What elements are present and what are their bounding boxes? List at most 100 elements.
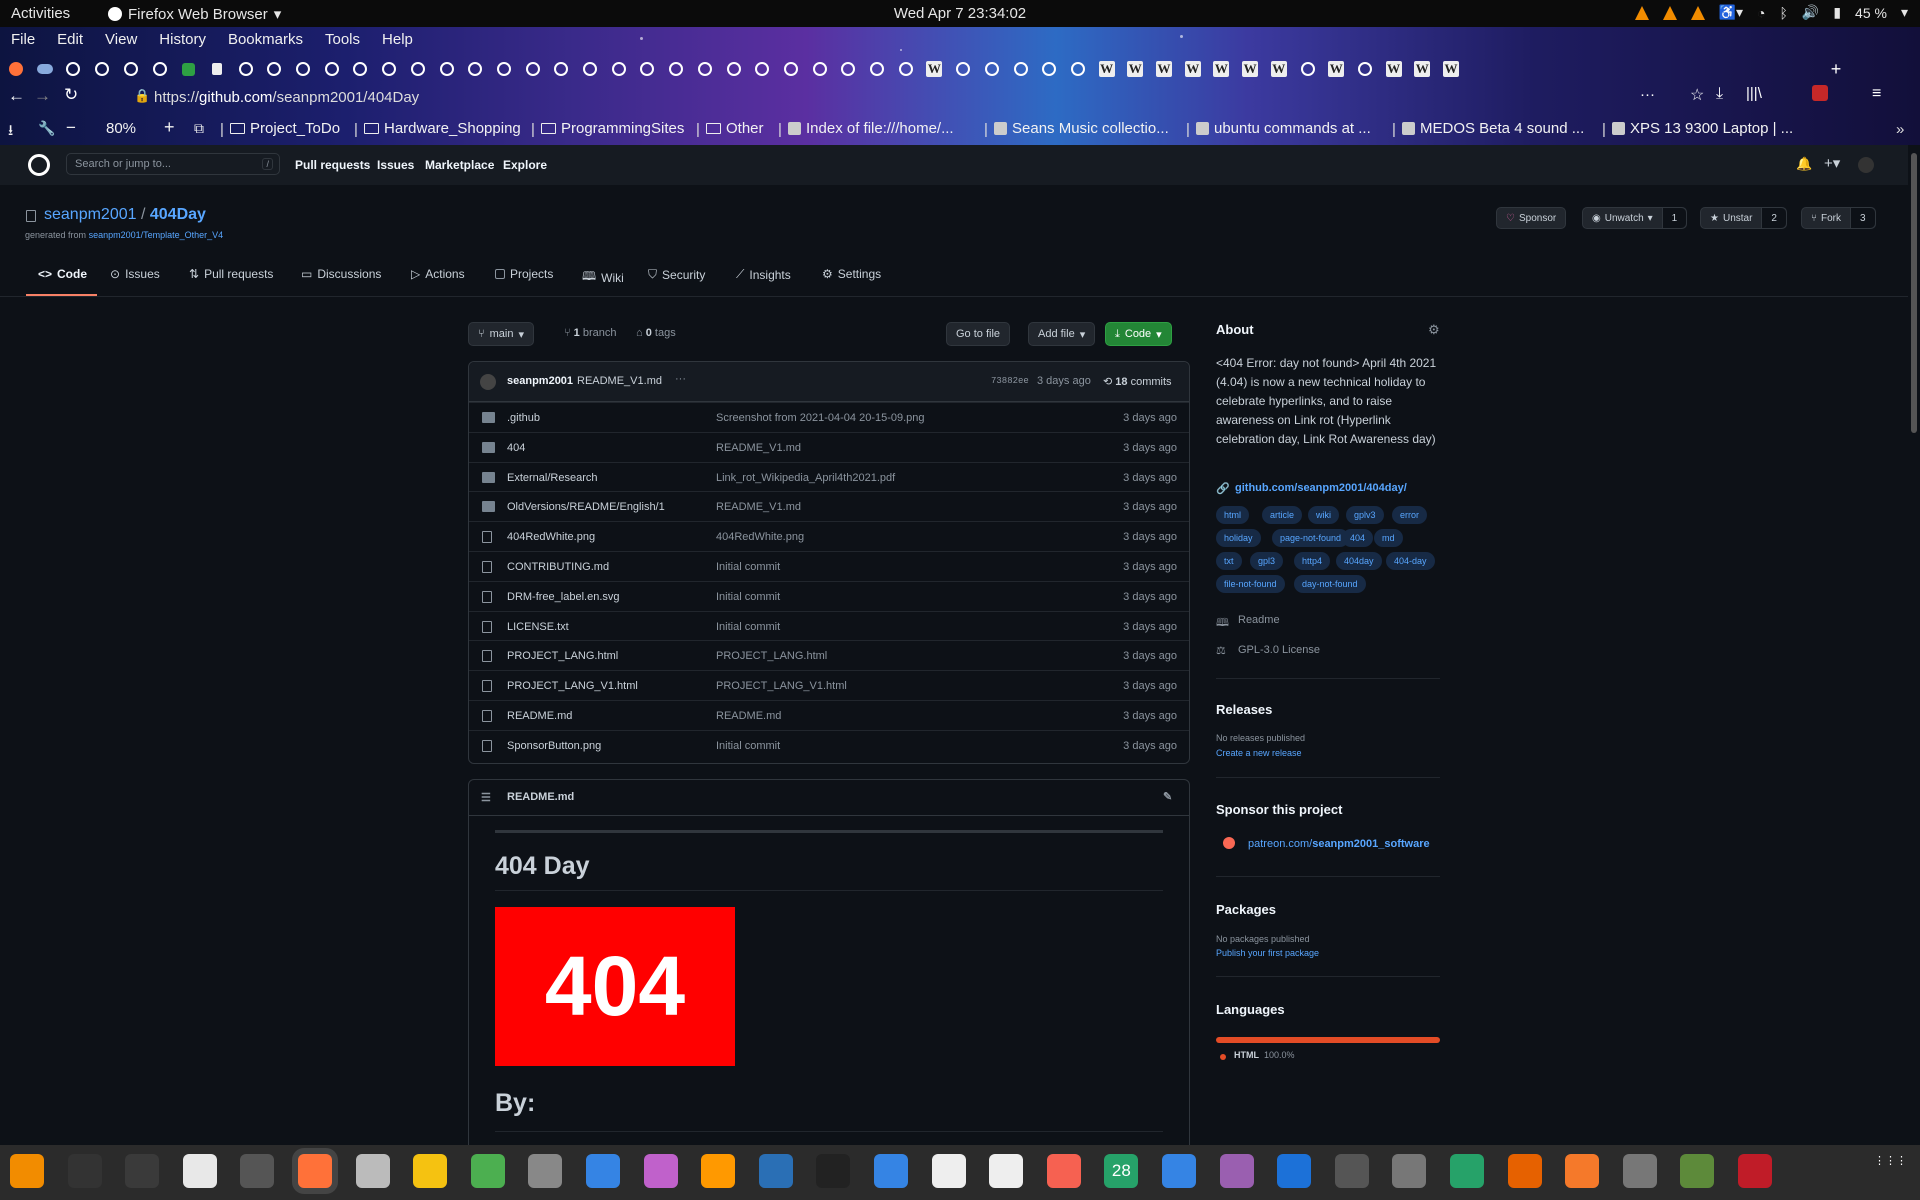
file-name[interactable]: External/Research [507,472,598,484]
toggle-icon[interactable] [1219,1154,1254,1188]
app-menu[interactable]: Firefox Web Browser ▾ [108,5,281,23]
help-icon[interactable] [1162,1154,1196,1188]
battery-icon[interactable]: ▮ [1833,4,1841,21]
tab-github[interactable] [1355,59,1375,79]
topic-tag[interactable]: txt [1216,552,1242,570]
zoom-in-icon[interactable]: + [164,117,175,138]
bell-icon[interactable]: 🔔 [1796,156,1812,172]
avatar[interactable] [1858,157,1874,173]
typora-icon[interactable] [931,1154,966,1188]
menu-view[interactable]: View [94,27,148,53]
spreadsheet-icon[interactable] [1450,1154,1484,1188]
avatar[interactable] [480,374,496,390]
file-commit-message[interactable]: PROJECT_LANG_V1.html [716,680,847,692]
file-row[interactable]: LICENSE.txt Initial commit 3 days ago [469,610,1189,641]
file-commit-message[interactable]: Initial commit [716,621,780,633]
file-row[interactable]: 404RedWhite.png 404RedWhite.png 3 days ago [469,521,1189,551]
file-name[interactable]: PROJECT_LANG_V1.html [507,680,638,692]
bookmark-item[interactable]: Hardware_Shopping [364,120,521,137]
file-commit-message[interactable]: PROJECT_LANG.html [716,650,827,662]
tab-github[interactable] [465,59,485,79]
bookmark-star-icon[interactable]: ☆ [1690,85,1704,105]
zoom-level[interactable]: 80% [106,120,136,137]
bookmarks-overflow-icon[interactable]: » [1896,121,1904,138]
bookmark-item[interactable]: XPS 13 9300 Laptop | ... [1612,120,1793,137]
tab-wikipedia[interactable]: W [1183,59,1203,79]
minecraft-icon[interactable] [1680,1154,1715,1188]
accessibility-icon[interactable]: ♿▾ [1719,4,1743,21]
menu-file[interactable]: File [0,27,46,53]
license-link[interactable]: GPL-3.0 License [1238,644,1320,656]
forward-icon[interactable]: → [34,86,51,106]
file-name[interactable]: 404RedWhite.png [507,531,595,543]
tab-github[interactable] [63,59,83,79]
terminal-icon[interactable] [67,1154,102,1188]
system-monitor-icon[interactable] [125,1154,160,1188]
show-apps-icon[interactable]: ⋮⋮⋮ [1874,1156,1907,1185]
tab-github[interactable] [781,59,801,79]
clock-icon[interactable] [240,1154,275,1188]
releases-heading[interactable]: Releases [1216,702,1272,717]
topic-tag[interactable]: page-not-found [1272,529,1350,547]
file-commit-message[interactable]: README_V1.md [716,442,801,454]
file-row[interactable]: .github Screenshot from 2021-04-04 20-15-… [469,402,1189,432]
tab-wikipedia[interactable]: W [1240,59,1260,79]
screenshot-icon[interactable] [874,1154,908,1188]
watch-count[interactable]: 1 [1661,208,1687,228]
tab-wikipedia[interactable]: W [1326,59,1346,79]
file-commit-message[interactable]: Initial commit [716,561,780,573]
tab-code[interactable]: <> Code [38,267,87,281]
nav-explore[interactable]: Explore [503,158,547,172]
activities-button[interactable]: Activities [11,5,70,22]
fork-button[interactable]: ⑂ Fork 3 [1801,207,1876,229]
file-name[interactable]: README.md [507,710,572,722]
star-count[interactable]: 2 [1761,208,1786,228]
list-icon[interactable]: ☰ [481,791,491,804]
tab-github[interactable] [322,59,342,79]
vlc-tray-icon[interactable] [1662,5,1677,20]
tab-actions[interactable]: ▷ Actions [411,267,465,281]
topic-tag[interactable]: gplv3 [1346,506,1384,524]
tab-github[interactable] [121,59,141,79]
commit-sha[interactable]: 73882ee [991,376,1029,386]
fork-count[interactable]: 3 [1850,208,1875,228]
topic-tag[interactable]: file-not-found [1216,575,1285,593]
download-icon[interactable]: ⤓ [1716,85,1723,103]
tab-github[interactable] [810,59,830,79]
tab-wikipedia[interactable]: W [1125,59,1145,79]
app-center-icon[interactable] [1334,1154,1369,1188]
nav-marketplace[interactable]: Marketplace [425,158,494,172]
tab-wiki[interactable]: 🕮 Wiki [582,267,624,288]
libreoffice-draw-icon[interactable] [989,1154,1024,1188]
file-commit-message[interactable]: 404RedWhite.png [716,531,804,543]
gimp-icon[interactable] [1622,1154,1657,1188]
github-logo-icon[interactable] [28,154,50,176]
sound-editor-icon[interactable] [643,1154,678,1188]
library-icon[interactable]: |||\ [1746,85,1762,102]
menu-bookmarks[interactable]: Bookmarks [217,27,314,53]
publish-package-link[interactable]: Publish your first package [1216,948,1319,958]
create-release-link[interactable]: Create a new release [1216,748,1302,758]
vlc-icon[interactable] [10,1154,44,1188]
tab-firefox[interactable] [6,59,26,79]
tab-github[interactable] [1039,59,1059,79]
bookmark-item[interactable]: Seans Music collectio... [994,120,1169,137]
vlc-tray-icon[interactable] [1690,5,1705,20]
tab-github[interactable] [580,59,600,79]
search-input[interactable]: Search or jump to... / [66,153,280,175]
gear-icon[interactable]: ⚙ [1428,322,1440,338]
readme-link[interactable]: Readme [1238,614,1280,626]
code-button[interactable]: ⤓ Code ▾ [1105,322,1172,346]
tab-wikipedia[interactable]: W [1097,59,1117,79]
clock[interactable]: Wed Apr 7 23:34:02 [0,5,1920,22]
tab-github[interactable] [896,59,916,79]
vlc-tray-icon[interactable] [1634,5,1649,20]
chevron-down-icon[interactable]: ▾ [1901,4,1908,21]
menu-help[interactable]: Help [371,27,424,53]
tab-github[interactable] [666,59,686,79]
tab-wikipedia[interactable]: W [1154,59,1174,79]
packages-heading[interactable]: Packages [1216,902,1276,917]
tab-github[interactable] [523,59,543,79]
topic-tag[interactable]: md [1374,529,1403,547]
bookmark-item[interactable]: ubuntu commands at ... [1196,120,1371,137]
